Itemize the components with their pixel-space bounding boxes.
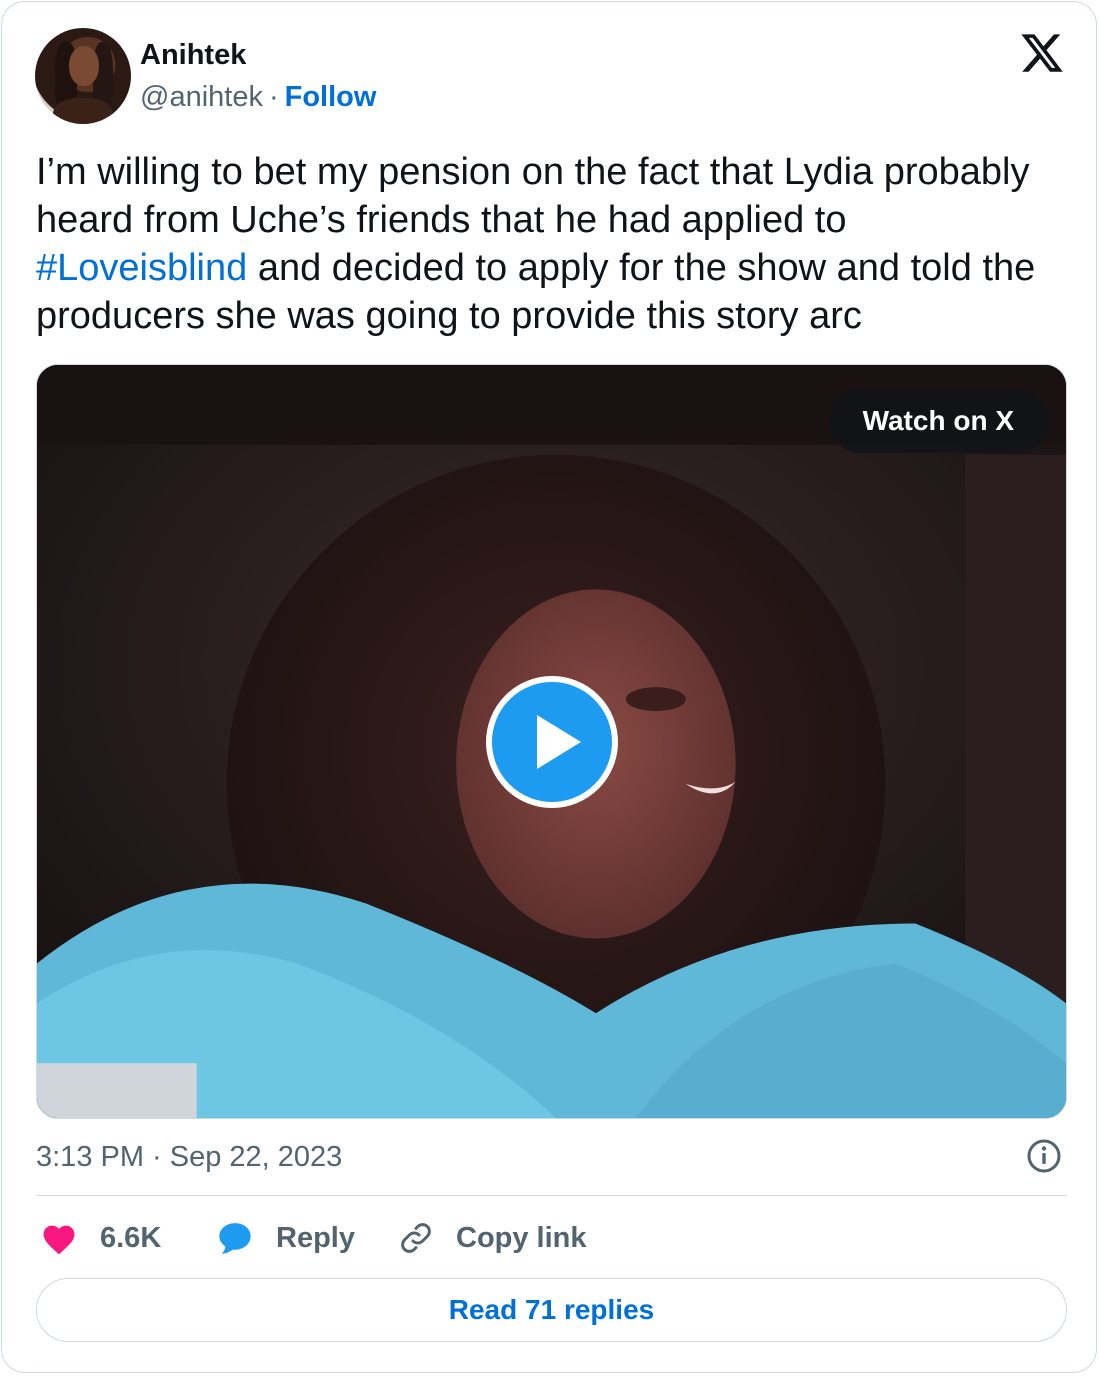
hashtag-link[interactable]: #Loveisblind	[36, 247, 247, 289]
watch-on-x-button[interactable]: Watch on X	[828, 389, 1048, 453]
tweet-text-part-1: I’m willing to bet my pension on the fac…	[36, 151, 1030, 241]
separator-dot: ·	[268, 81, 279, 113]
tweet-embed-card: Anihtek @anihtek · Follow I’m willing to b…	[1, 1, 1097, 1373]
heart-icon	[43, 1225, 75, 1255]
reply-button[interactable]: Reply	[216, 1215, 355, 1261]
video-thumbnail[interactable]: Watch on X	[36, 364, 1067, 1119]
author-name[interactable]: Anihtek	[140, 38, 246, 72]
tweet-timestamp[interactable]: 3:13 PM · Sep 22, 2023	[36, 1138, 342, 1176]
follow-button[interactable]: Follow	[285, 81, 377, 113]
x-logo-icon[interactable]	[1018, 30, 1066, 76]
copy-link-label: Copy link	[456, 1221, 587, 1254]
like-count: 6.6K	[100, 1221, 162, 1254]
author-handle[interactable]: @anihtek	[140, 81, 263, 113]
reply-bubble-icon	[219, 1223, 251, 1254]
avatar[interactable]	[35, 28, 131, 124]
link-icon	[401, 1223, 431, 1253]
tweet-text: I’m willing to bet my pension on the fac…	[36, 148, 1066, 340]
divider	[36, 1195, 1067, 1196]
copy-link-button[interactable]: Copy link	[398, 1215, 587, 1261]
read-replies-button[interactable]: Read 71 replies	[36, 1278, 1067, 1342]
author-handle-row: @anihtek · Follow	[140, 80, 376, 114]
info-icon[interactable]	[1026, 1138, 1062, 1174]
like-button[interactable]: 6.6K	[40, 1215, 161, 1261]
play-icon[interactable]	[485, 675, 619, 809]
reply-label: Reply	[276, 1221, 355, 1254]
